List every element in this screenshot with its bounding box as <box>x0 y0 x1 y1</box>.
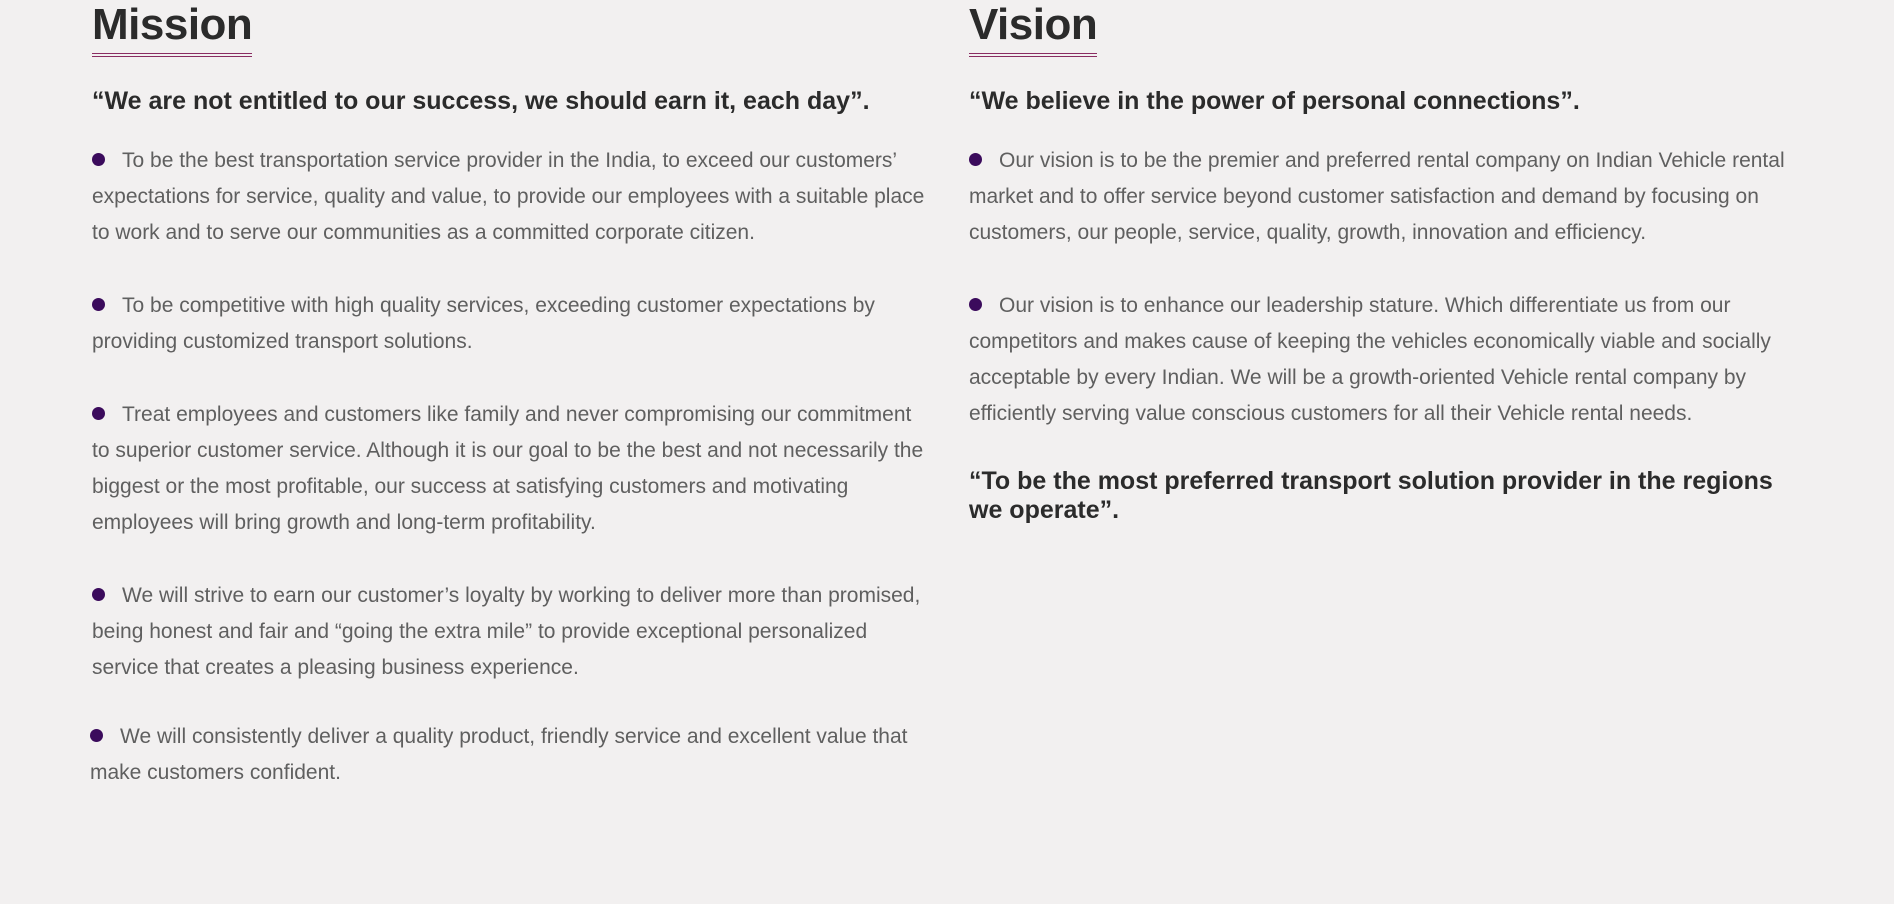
mission-item: To be competitive with high quality serv… <box>92 288 927 360</box>
mission-title-underline: Mission <box>92 0 253 57</box>
bullet-dot-icon <box>92 153 105 166</box>
mission-item-text: We will strive to earn our customer’s lo… <box>92 584 921 679</box>
vision-item: Our vision is to enhance our leadership … <box>969 288 1799 432</box>
mission-item: We will consistently deliver a quality p… <box>90 719 927 791</box>
mission-item: We will strive to earn our customer’s lo… <box>92 578 927 686</box>
mission-item: Treat employees and customers like famil… <box>92 397 927 541</box>
mission-quote: “We are not entitled to our success, we … <box>92 87 870 115</box>
bullet-dot-icon <box>92 407 105 420</box>
vision-item-text: Our vision is to be the premier and pref… <box>969 149 1785 244</box>
vision-title-underline: Vision <box>969 0 1098 57</box>
vision-section: Vision “We believe in the power of perso… <box>969 0 1799 525</box>
mission-section: Mission “We are not entitled to our succ… <box>90 0 927 791</box>
vision-item: Our vision is to be the premier and pref… <box>969 143 1799 251</box>
mission-item-text: To be competitive with high quality serv… <box>92 294 875 353</box>
mission-item: To be the best transportation service pr… <box>92 143 927 251</box>
bullet-dot-icon <box>90 729 103 742</box>
mission-item-text: Treat employees and customers like famil… <box>92 403 924 534</box>
vision-item-text: Our vision is to enhance our leadership … <box>969 294 1771 425</box>
vision-quote: “We believe in the power of personal con… <box>969 87 1580 115</box>
mission-title: Mission <box>92 0 253 49</box>
mission-item-text: We will consistently deliver a quality p… <box>90 725 908 784</box>
mission-item-text: To be the best transportation service pr… <box>92 149 925 244</box>
mission-vision-page: Mission “We are not entitled to our succ… <box>0 0 1894 904</box>
vision-closing-quote: “To be the most preferred transport solu… <box>969 467 1773 524</box>
vision-list: Our vision is to be the premier and pref… <box>969 143 1799 432</box>
bullet-dot-icon <box>92 588 105 601</box>
bullet-dot-icon <box>969 298 982 311</box>
bullet-dot-icon <box>969 153 982 166</box>
vision-title: Vision <box>969 0 1098 49</box>
mission-list: To be the best transportation service pr… <box>90 143 927 791</box>
bullet-dot-icon <box>92 298 105 311</box>
